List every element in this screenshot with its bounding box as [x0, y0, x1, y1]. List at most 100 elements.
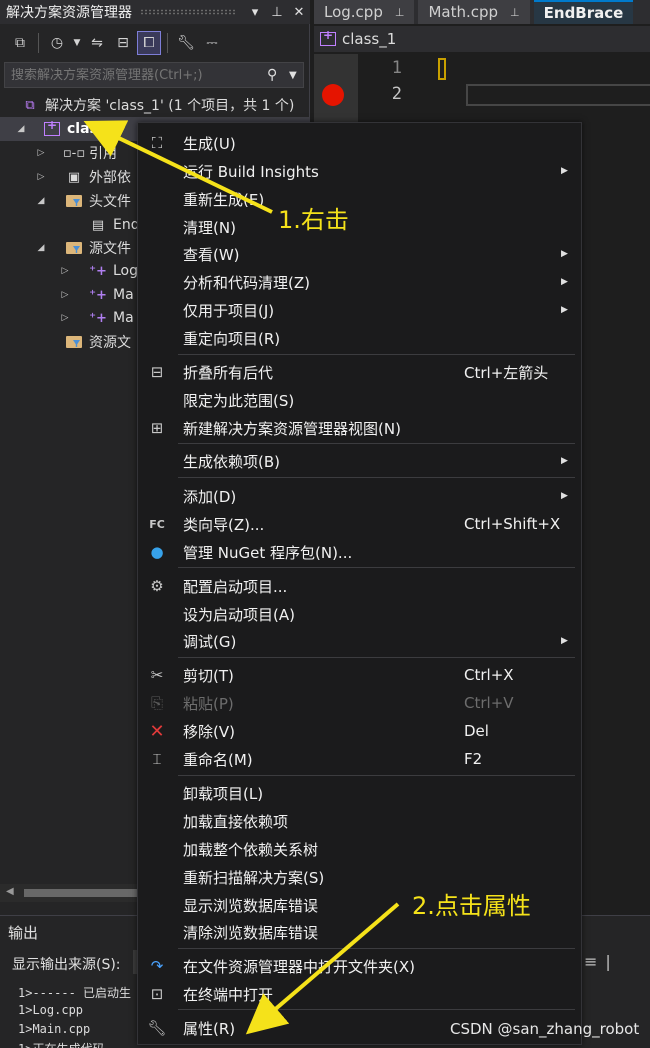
expand-arrow-icon[interactable]: ▷ — [58, 266, 72, 276]
chevron-down-icon[interactable]: ▼ — [289, 70, 303, 81]
search-box[interactable]: ⚲ ▼ — [4, 62, 304, 88]
menu-shortcut: Ctrl+左箭头 — [464, 363, 549, 382]
toolbar-separator — [167, 33, 168, 53]
menu-item-clear-browse-errors[interactable]: 清除浏览数据库错误 — [138, 919, 581, 945]
menu-item-debug[interactable]: 调试(G) ▶ — [138, 628, 581, 654]
menu-item-cut[interactable]: ✂ 剪切(T) Ctrl+X — [138, 662, 581, 688]
menu-separator — [178, 775, 575, 776]
preview-icon[interactable]: ⎓ — [200, 31, 224, 55]
menu-separator — [178, 477, 575, 478]
menu-separator — [178, 948, 575, 949]
collapse-all-icon: ⊟ — [150, 363, 164, 381]
output-toolbar-icons[interactable]: ≡| — [584, 952, 619, 971]
menu-item-load-dep-tree[interactable]: 加载整个依赖关系树 — [138, 836, 581, 862]
expand-arrow-icon[interactable]: ▷ — [34, 148, 48, 158]
search-input[interactable] — [11, 67, 267, 83]
pin-icon[interactable]: ⊥ — [395, 6, 405, 19]
menu-item-analyze[interactable]: 分析和代码清理(Z) ▶ — [138, 269, 581, 295]
menu-item-build-deps[interactable]: 生成依赖项(B) ▶ — [138, 448, 581, 474]
close-icon[interactable]: ✕ — [288, 5, 310, 20]
rename-icon: ⌶ — [152, 750, 162, 768]
scroll-left-icon[interactable]: ◀ — [6, 886, 14, 897]
menu-item-build-insights[interactable]: 运行 Build Insights ▶ — [138, 158, 581, 184]
tree-item-solution[interactable]: ⧉ 解决方案 'class_1' (1 个项目，共 1 个) — [0, 93, 310, 117]
menu-item-paste[interactable]: ⎘ 粘贴(P) Ctrl+V — [138, 690, 581, 716]
menu-shortcut: Ctrl+X — [464, 666, 514, 684]
collapse-arrow-icon[interactable]: ◢ — [34, 243, 48, 253]
scrollbar-thumb[interactable] — [24, 889, 144, 897]
menu-item-load-direct-deps[interactable]: 加载直接依赖项 — [138, 808, 581, 834]
current-line-highlight — [466, 84, 650, 106]
submenu-arrow-icon: ▶ — [561, 491, 568, 501]
menu-item-class-wizard[interactable]: FC 类向导(Z)... Ctrl+Shift+X — [138, 511, 581, 537]
annotation-step2: 2.点击属性 — [412, 892, 531, 920]
menu-item-open-in-explorer[interactable]: ↷ 在文件资源管理器中打开文件夹(X) — [138, 953, 581, 979]
menu-item-set-startup[interactable]: 设为启动项目(A) — [138, 601, 581, 627]
chevron-down-icon[interactable]: ▼ — [71, 31, 83, 55]
pin-icon[interactable]: ⊥ — [266, 5, 288, 20]
menu-label: 显示浏览数据库错误 — [183, 896, 319, 915]
menu-item-retarget[interactable]: 重定向项目(R) — [138, 325, 581, 351]
watermark: CSDN @san_zhang_robot — [450, 1020, 640, 1038]
pending-changes-icon[interactable]: ◷ — [45, 31, 69, 55]
tab-endbrace[interactable]: EndBrace — [533, 0, 634, 24]
menu-item-view[interactable]: 查看(W) ▶ — [138, 241, 581, 267]
class-wizard-icon: FC — [149, 517, 165, 531]
sync-icon[interactable]: ⇋ — [85, 31, 109, 55]
menu-item-new-se-view[interactable]: ⊞ 新建解决方案资源管理器视图(N) — [138, 415, 581, 441]
menu-item-rename[interactable]: ⌶ 重命名(M) F2 — [138, 746, 581, 772]
tree-item-label: Ma — [113, 287, 134, 303]
menu-label: 在终端中打开 — [183, 985, 274, 1004]
editor-navigation-bar[interactable]: class_1 — [314, 26, 650, 52]
toolbar-separator — [38, 33, 39, 53]
menu-label: 分析和代码清理(Z) — [183, 273, 310, 292]
menu-item-unload[interactable]: 卸载项目(L) — [138, 780, 581, 806]
collapse-arrow-icon[interactable]: ◢ — [34, 196, 48, 206]
menu-label: 粘贴(P) — [183, 694, 234, 713]
menu-item-add[interactable]: 添加(D) ▶ — [138, 483, 581, 509]
menu-separator — [178, 657, 575, 658]
menu-item-rebuild[interactable]: 重新生成(E) — [138, 186, 581, 212]
menu-item-collapse-all[interactable]: ⊟ 折叠所有后代 Ctrl+左箭头 — [138, 359, 581, 385]
drag-grip[interactable] — [140, 9, 236, 15]
menu-item-manage-nuget[interactable]: ● 管理 NuGet 程序包(N)... — [138, 539, 581, 565]
breakpoint-icon[interactable] — [322, 84, 344, 106]
menu-label: 剪切(T) — [183, 666, 234, 685]
menu-item-open-in-terminal[interactable]: ⊡ 在终端中打开 — [138, 981, 581, 1007]
expand-arrow-icon[interactable]: ▷ — [34, 172, 48, 182]
menu-label: 调试(G) — [183, 632, 237, 651]
tab-math-cpp[interactable]: Math.cpp ⊥ — [418, 0, 530, 24]
menu-shortcut: Del — [464, 722, 489, 740]
solution-icon: ⧉ — [25, 97, 35, 113]
nuget-icon: ● — [150, 543, 164, 561]
panel-title: 解决方案资源管理器 — [6, 5, 132, 21]
menu-label: 重新扫描解决方案(S) — [183, 868, 325, 887]
collapse-arrow-icon[interactable]: ◢ — [14, 124, 28, 134]
menu-item-clean[interactable]: 清理(N) — [138, 214, 581, 240]
dropdown-icon[interactable]: ▾ — [244, 5, 266, 20]
external-deps-icon: ▣ — [67, 169, 81, 185]
menu-item-build[interactable]: ⛶ 生成(U) — [138, 130, 581, 156]
solution-explorer-titlebar: 解决方案资源管理器 ▾ ⊥ ✕ — [0, 0, 310, 24]
properties-wrench-icon[interactable]: 🔧︎ — [174, 31, 198, 55]
collapse-all-icon[interactable]: ⊟ — [111, 31, 135, 55]
menu-item-scope-to-this[interactable]: 限定为此范围(S) — [138, 387, 581, 413]
menu-label: 生成依赖项(B) — [183, 452, 280, 471]
filter-folder-icon — [64, 240, 84, 256]
cpp-project-icon — [42, 118, 62, 137]
tree-item-label: 外部依 — [89, 170, 131, 186]
expand-arrow-icon[interactable]: ▷ — [58, 313, 72, 323]
show-all-files-icon[interactable]: ⧠ — [137, 31, 161, 55]
menu-item-remove[interactable]: ✕ 移除(V) Del — [138, 718, 581, 744]
menu-item-project-only[interactable]: 仅用于项目(J) ▶ — [138, 297, 581, 323]
menu-shortcut: Ctrl+Shift+X — [464, 515, 561, 533]
expand-arrow-icon[interactable]: ▷ — [58, 290, 72, 300]
cpp-project-icon — [320, 28, 336, 46]
search-icon[interactable]: ⚲ — [267, 67, 289, 83]
output-line: 1>Main.cpp — [18, 1022, 91, 1036]
tree-item-label: 解决方案 'class_1' (1 个项目，共 1 个) — [45, 98, 295, 114]
menu-item-configure-startup[interactable]: ⚙ 配置启动项目... — [138, 573, 581, 599]
switch-views-icon[interactable]: ⧉ — [8, 31, 32, 55]
tab-log-cpp[interactable]: Log.cpp ⊥ — [314, 0, 415, 24]
pin-icon[interactable]: ⊥ — [510, 6, 520, 19]
